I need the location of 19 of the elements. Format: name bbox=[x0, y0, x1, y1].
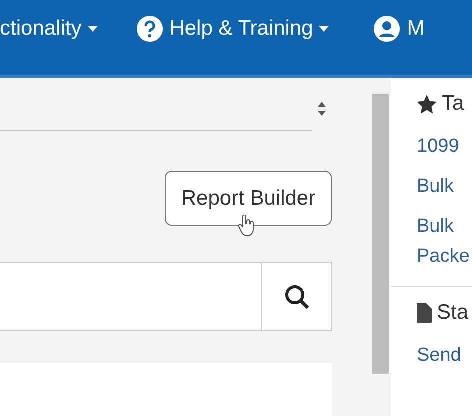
caret-icon bbox=[88, 26, 98, 32]
user-icon bbox=[373, 14, 402, 42]
nav-menu-item[interactable]: Help & Training bbox=[170, 16, 314, 40]
sidebar-link[interactable]: 1099 bbox=[417, 132, 472, 162]
nav-menu-item[interactable]: ctionality bbox=[0, 16, 82, 40]
nav-menu-item[interactable]: M bbox=[407, 16, 425, 40]
section-title: Sta bbox=[437, 301, 469, 325]
caret-icon bbox=[319, 26, 330, 32]
sidebar-link[interactable]: Bulk bbox=[417, 172, 472, 202]
sidebar-link[interactable]: Send bbox=[417, 341, 472, 371]
scrollbar-thumb[interactable] bbox=[372, 94, 389, 374]
star-icon bbox=[417, 94, 437, 114]
section-title: Ta bbox=[442, 92, 464, 116]
spinner-icon bbox=[318, 102, 326, 116]
file-icon bbox=[417, 303, 432, 323]
hand-cursor-icon bbox=[238, 215, 256, 237]
sidebar-link[interactable]: Bulk bbox=[417, 212, 472, 242]
sidebar-link[interactable]: Packe bbox=[417, 242, 472, 272]
help-icon bbox=[136, 14, 164, 42]
